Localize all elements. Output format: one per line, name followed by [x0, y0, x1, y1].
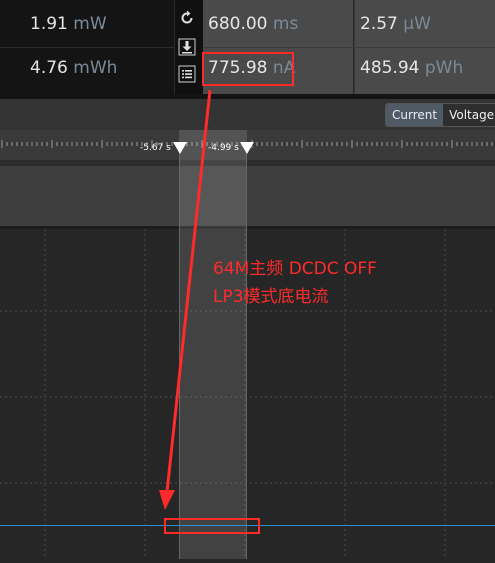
annotation-line2: LP3模式底电流 — [213, 287, 329, 307]
annotation-line1: 64M主频 DCDC OFF — [213, 259, 377, 279]
annotation-arrow — [159, 89, 212, 510]
